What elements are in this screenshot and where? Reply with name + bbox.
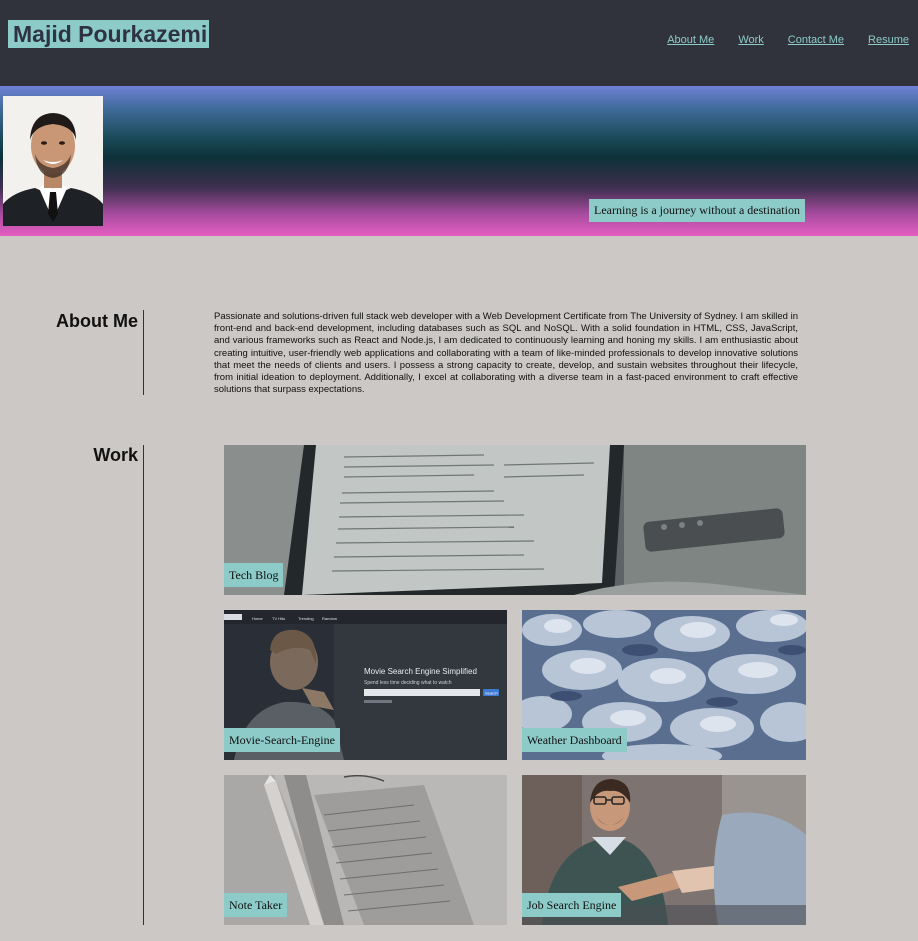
- movie-screenshot-headline: Movie Search Engine Simplified: [364, 667, 477, 676]
- movie-nav-tv-hits: TV Hits: [272, 616, 285, 621]
- project-card-tech-blog[interactable]: Tech Blog: [224, 445, 806, 595]
- site-header: Majid Pourkazemi About Me Work Contact M…: [0, 0, 918, 86]
- project-card-movie-search-engine[interactable]: Home TV Hits Trending Random Movie Searc…: [224, 610, 507, 760]
- movie-nav-home: Home: [252, 616, 263, 621]
- about-me-text: Passionate and solutions-driven full sta…: [214, 311, 798, 396]
- tech-blog-thumbnail: [224, 445, 806, 595]
- work-divider: [143, 445, 144, 925]
- profile-photo: [3, 96, 103, 226]
- project-card-weather-dashboard[interactable]: Weather Dashboard: [522, 610, 806, 760]
- tech-blog-label[interactable]: Tech Blog: [224, 563, 284, 587]
- about-me-heading: About Me: [56, 311, 138, 331]
- project-card-note-taker[interactable]: Note Taker: [224, 775, 507, 925]
- nav-work-link[interactable]: Work: [738, 34, 763, 46]
- movie-nav-trending: Trending: [298, 616, 314, 621]
- job-search-engine-label[interactable]: Job Search Engine: [522, 893, 622, 917]
- movie-nav-random: Random: [322, 616, 338, 621]
- note-taker-label[interactable]: Note Taker: [224, 893, 288, 917]
- nav-contact-me-link[interactable]: Contact Me: [788, 34, 844, 46]
- weather-dashboard-label[interactable]: Weather Dashboard: [522, 728, 627, 752]
- main-nav: About Me Work Contact Me Resume: [667, 34, 909, 46]
- movie-screenshot-button: Search: [485, 691, 498, 696]
- movie-search-engine-label[interactable]: Movie-Search-Engine: [224, 728, 340, 752]
- nav-about-me-link[interactable]: About Me: [667, 34, 714, 46]
- project-card-job-search-engine[interactable]: Job Search Engine: [522, 775, 806, 925]
- site-title[interactable]: Majid Pourkazemi: [8, 20, 210, 48]
- hero-tagline: Learning is a journey without a destinat…: [589, 199, 805, 222]
- nav-resume-link[interactable]: Resume: [868, 34, 909, 46]
- work-heading: Work: [93, 445, 138, 465]
- movie-screenshot-subline: Spend less time deciding what to watch: [364, 680, 452, 686]
- about-divider: [143, 310, 144, 395]
- hero-banner: Learning is a journey without a destinat…: [0, 86, 918, 236]
